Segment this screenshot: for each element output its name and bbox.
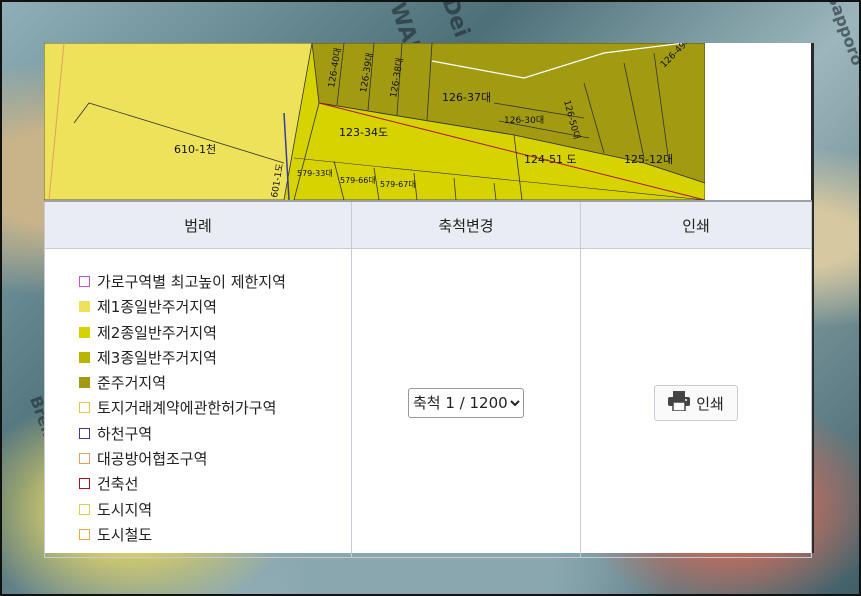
legend-swatch — [79, 453, 90, 465]
printer-icon — [668, 391, 691, 415]
parcel-label: 610-1천 — [174, 142, 216, 156]
print-header: 인쇄 — [580, 200, 812, 249]
legend-swatch — [79, 351, 90, 363]
parcel-label: 579-33대 — [297, 169, 333, 178]
legend-item: 제3종일반주거지역 — [79, 345, 350, 370]
parcel-label: 126-37대 — [442, 91, 491, 104]
legend-item: 토지거래계약에관한허가구역 — [79, 395, 350, 420]
legend-swatch — [79, 427, 90, 439]
legend-label: 건축선 — [97, 475, 139, 494]
scale-header: 축척변경 — [351, 200, 581, 249]
legend-label: 제2종일반주거지역 — [97, 323, 217, 342]
legend-label: 제1종일반주거지역 — [97, 298, 217, 317]
scale-cell: 축척 1 / 1200 — [351, 248, 581, 558]
legend-label: 제3종일반주거지역 — [97, 348, 217, 367]
legend-label: 도시철도 — [97, 525, 153, 544]
legend-label: 가로구역별 최고높이 제한지역 — [97, 273, 286, 291]
legend-label: 준주거지역 — [97, 374, 167, 393]
map-print-panel: 610-1천 123-34도 124-51 도 126-37대 126-30대 … — [44, 43, 812, 558]
legend-item: 제2종일반주거지역 — [79, 319, 350, 344]
print-button[interactable]: 인쇄 — [654, 385, 738, 421]
legend-item: 제1종일반주거지역 — [79, 294, 350, 319]
parcel-label: 123-34도 — [339, 126, 388, 139]
cadastral-map[interactable]: 610-1천 123-34도 124-51 도 126-37대 126-30대 … — [44, 43, 705, 200]
legend-item: 대공방어협조구역 — [79, 446, 350, 471]
parcel-label: 579-67대 — [380, 180, 416, 189]
legend-swatch — [79, 528, 90, 540]
legend-item: 준주거지역 — [79, 370, 350, 395]
map-blank-area — [705, 43, 811, 200]
legend-swatch — [79, 402, 90, 414]
legend-list: 가로구역별 최고높이 제한지역제1종일반주거지역제2종일반주거지역제3종일반주거… — [46, 259, 350, 547]
legend-item: 도시철도 — [79, 522, 350, 547]
scale-select[interactable]: 축척 1 / 1200 — [408, 388, 524, 418]
legend-swatch — [79, 326, 90, 338]
legend-swatch — [79, 301, 90, 313]
legend-label: 하천구역 — [97, 424, 153, 443]
legend-control-table: 범례 축척변경 인쇄 가로구역별 최고높이 제한지역제1종일반주거지역제2종일반… — [44, 200, 812, 558]
print-cell: 인쇄 — [580, 248, 812, 558]
legend-swatch — [79, 478, 90, 490]
parcel-label: 126-30대 — [504, 115, 544, 126]
legend-item: 하천구역 — [79, 421, 350, 446]
parcel-label: 124-51 도 — [524, 153, 577, 166]
parcel-label: 579-66대 — [340, 176, 376, 185]
legend-label: 토지거래계약에관한허가구역 — [97, 399, 277, 418]
legend-swatch — [79, 377, 90, 389]
legend-label: 도시지역 — [97, 500, 153, 519]
legend-label: 대공방어협조구역 — [97, 450, 208, 469]
legend-cell: 가로구역별 최고높이 제한지역제1종일반주거지역제2종일반주거지역제3종일반주거… — [44, 248, 352, 558]
legend-item: 건축선 — [79, 471, 350, 496]
print-button-label: 인쇄 — [696, 394, 724, 413]
parcel-label: 125-12대 — [624, 153, 673, 166]
legend-swatch — [79, 503, 90, 515]
legend-item: 도시지역 — [79, 497, 350, 522]
legend-item: 가로구역별 최고높이 제한지역 — [79, 269, 350, 294]
legend-header: 범례 — [44, 200, 352, 249]
legend-swatch — [79, 276, 90, 287]
cadastral-map-drawing: 610-1천 123-34도 124-51 도 126-37대 126-30대 … — [44, 43, 705, 200]
